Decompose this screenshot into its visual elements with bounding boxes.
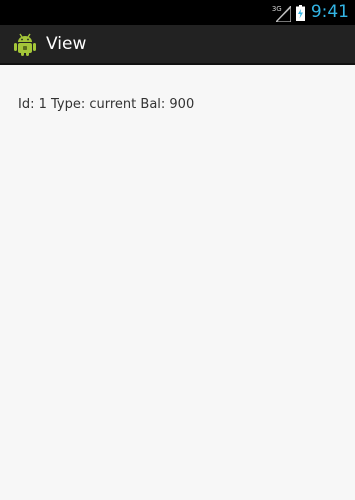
- signal-indicator: 3G: [272, 3, 292, 23]
- battery-icon: [295, 4, 305, 21]
- status-bar: 3G 9:41: [0, 0, 355, 25]
- page-title: View: [46, 34, 87, 54]
- action-bar: View: [0, 25, 355, 65]
- content-area: Id: 1 Type: current Bal: 900: [0, 67, 355, 500]
- android-icon[interactable]: [12, 31, 38, 57]
- account-record-text: Id: 1 Type: current Bal: 900: [18, 97, 195, 112]
- clock: 9:41: [310, 2, 349, 22]
- status-icons: 3G 9:41: [272, 0, 349, 25]
